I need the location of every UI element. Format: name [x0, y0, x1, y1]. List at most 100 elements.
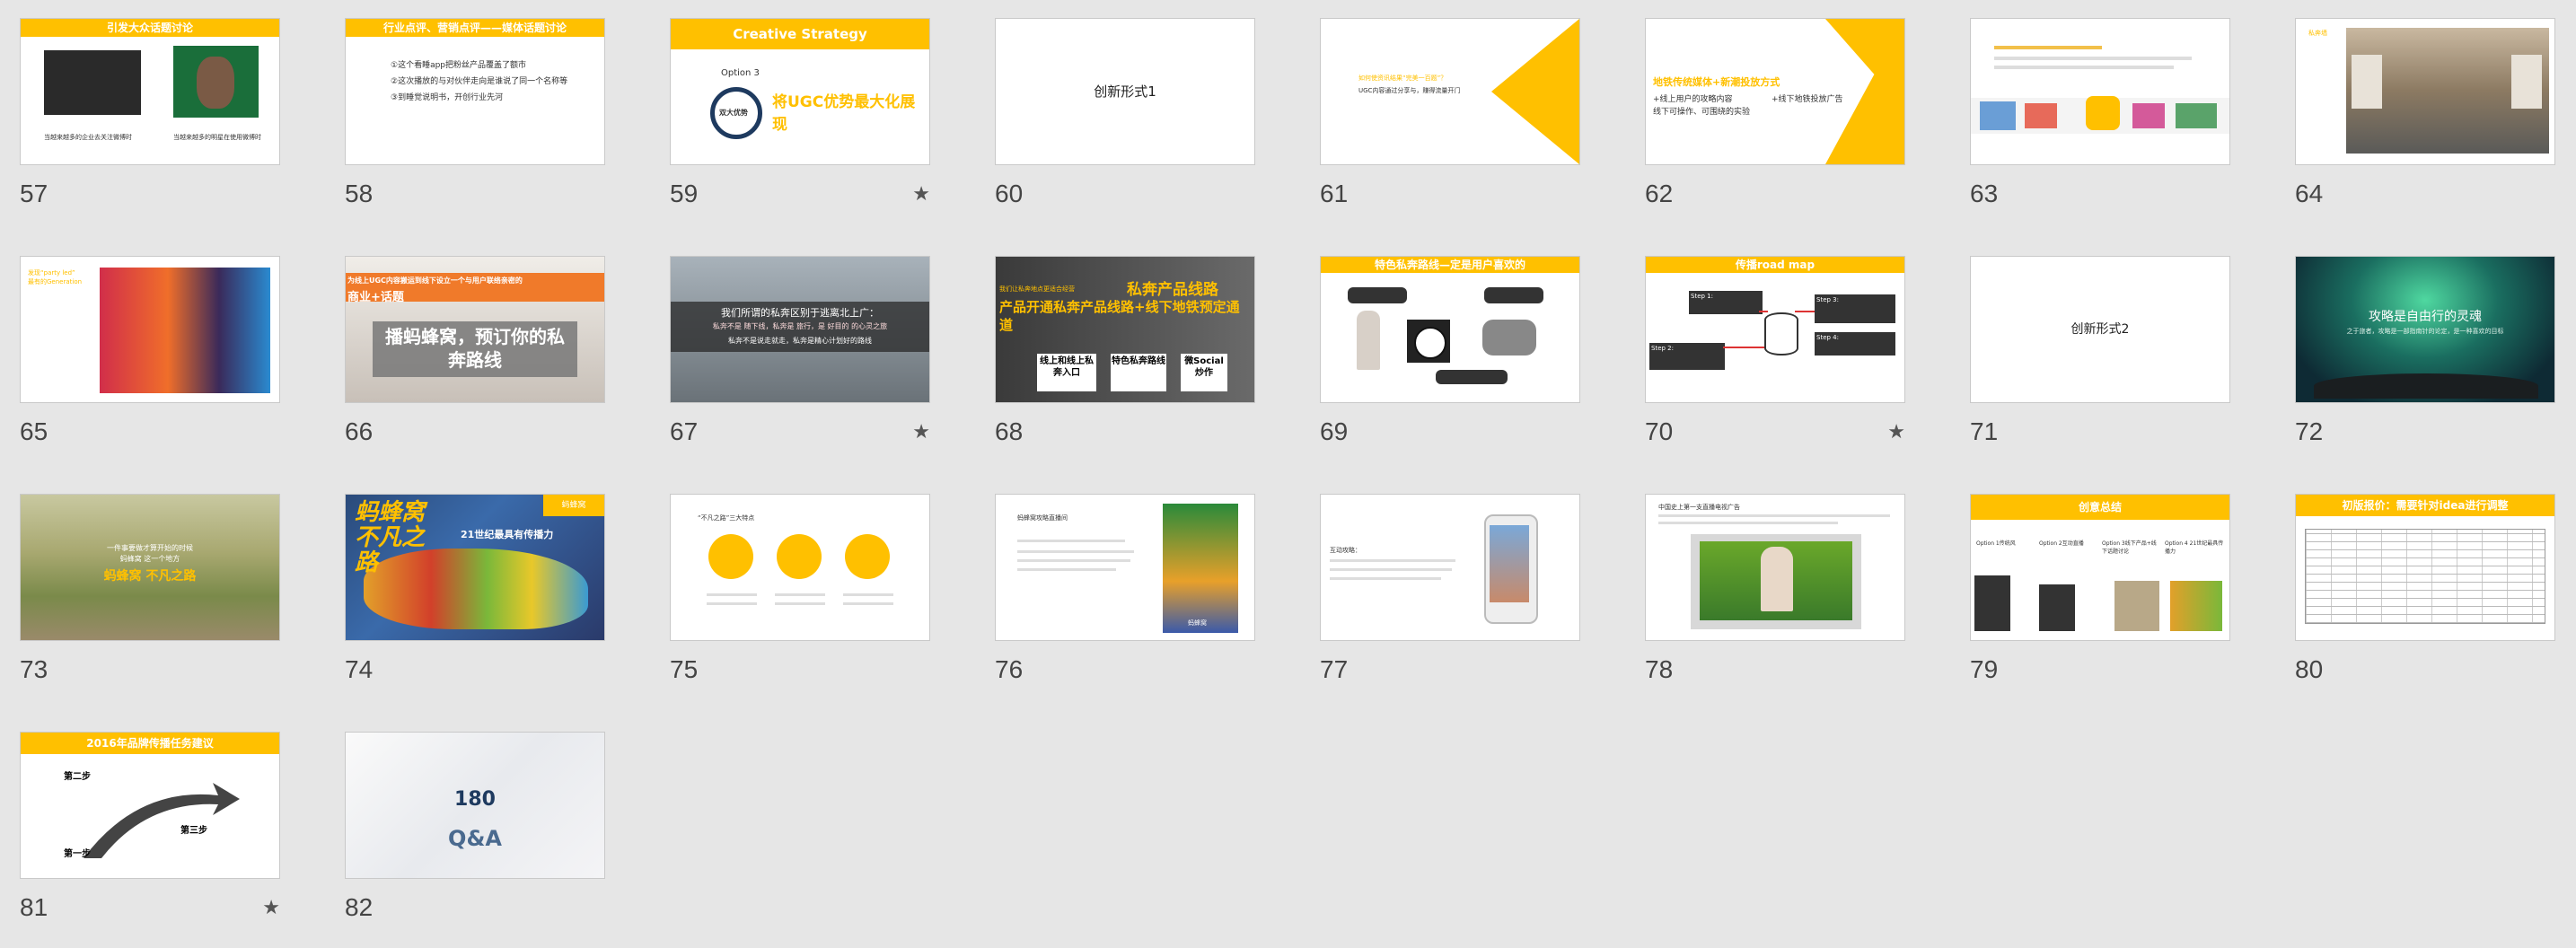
slide-number: 64	[2295, 180, 2324, 207]
slide-60[interactable]: 创新形式1 60	[995, 18, 1255, 233]
slide-thumbnail[interactable]: 蚂蜂窝不凡之路 21世纪最具有传播力 蚂蜂窝	[345, 494, 605, 641]
slide-thumbnail[interactable]: 一件事要做才算开始的时候 蚂蜂窝 这一个地方 蚂蜂窝 不凡之路	[20, 494, 280, 641]
slide-number: 67	[670, 417, 699, 445]
slide-thumbnail[interactable]: 传播road map Step 1: Step 2: Step 3: Step …	[1645, 256, 1905, 403]
slide-number: 57	[20, 180, 48, 207]
speech-bubble	[1436, 370, 1508, 384]
person-figure	[1761, 547, 1793, 611]
slide-text: +线上用户的攻略内容	[1653, 95, 1733, 104]
slide-thumbnail[interactable]: Creative Strategy Option 3 双大优势 将UGC优势最大…	[670, 18, 930, 165]
slide-number: 71	[1970, 417, 1999, 445]
step-label: 第二步	[64, 772, 91, 782]
headline: 将UGC优势最大化展现	[772, 93, 916, 134]
slide-heading: 蚂蜂窝攻略直播间	[1017, 514, 1068, 522]
slide-63[interactable]: 63	[1970, 18, 2230, 233]
step-label: Step 4:	[1816, 334, 1839, 341]
slide-thumbnail[interactable]: 我们让私奔地点更适合经营 私奔产品线路 产品开通私奔产品线路+线下地铁预定通道 …	[995, 256, 1255, 403]
slide-62[interactable]: 地铁传统媒体+新潮投放方式 +线上用户的攻略内容 +线下地铁投放广告 线下可操作…	[1645, 18, 1905, 233]
step-label: Step 2:	[1651, 345, 1674, 352]
slide-title: 私奔产品线路	[1127, 281, 1218, 299]
slide-thumbnail[interactable]: 如何使资讯结果“完美一百题”？ UGC内容通过分享与，赚得流量开门	[1320, 18, 1580, 165]
slide-thumbnail[interactable]: 为线上UGC内容搬运到线下设立一个与用户联络亲密的 商业+话题 播蚂蜂窝，预订你…	[345, 256, 605, 403]
bullet-line: ③到睡觉说明书，开创行业先河	[391, 93, 504, 102]
slide-61[interactable]: 如何使资讯结果“完美一百题”？ UGC内容通过分享与，赚得流量开门 61	[1320, 18, 1580, 233]
slide-thumbnail[interactable]: 我们所谓的私奔区别于逃离北上广： 私奔不是 随下线，私奔是 旅行，是 好目的 的…	[670, 256, 930, 403]
slide-thumbnail[interactable]: 引发大众话题讨论 当越来越多的企业去关注微博时 当越来越多的明星在使用微博时	[20, 18, 280, 165]
banner-title: 商业+话题	[347, 291, 404, 304]
slide-thumbnail[interactable]: 特色私奔路线—定是用户喜欢的	[1320, 256, 1580, 403]
slide-80[interactable]: 初版报价：需要针对idea进行调整 80	[2295, 494, 2555, 709]
slide-number: 82	[345, 893, 374, 921]
caption: 当越来越多的明星在使用微博时	[173, 134, 261, 141]
slide-thumbnail[interactable]: 2016年品牌传播任务建议 第二步 第三步 第一步	[20, 732, 280, 879]
slide-65[interactable]: 发现“party led” 最有的Generation 65	[20, 256, 280, 471]
slide-thumbnail[interactable]: 攻略是自由行的灵魂 之于旅者，攻略是一部指南针的论定，是一种喜欢的目标	[2295, 256, 2555, 403]
slide-title: 行业点评、营销点评——媒体话题讨论	[346, 19, 604, 37]
slide-64[interactable]: 私奔墙 64	[2295, 18, 2555, 233]
slide-77[interactable]: 互动攻略： 77	[1320, 494, 1580, 709]
slide-68[interactable]: 我们让私奔地点更适合经营 私奔产品线路 产品开通私奔产品线路+线下地铁预定通道 …	[995, 256, 1255, 471]
poster-tag: 蚂蜂窝	[1188, 619, 1207, 627]
football-icon	[1414, 327, 1446, 359]
slide-59[interactable]: Creative Strategy Option 3 双大优势 将UGC优势最大…	[670, 18, 930, 233]
slide-text: 一件事要做才算开始的时候	[107, 544, 193, 552]
step-box: Step 3:	[1815, 294, 1895, 323]
slide-thumbnail[interactable]: 创意总结 Option 1传统风 Option 2互动直播 Option 3线下…	[1970, 494, 2230, 641]
slide-70[interactable]: 传播road map Step 1: Step 2: Step 3: Step …	[1645, 256, 1905, 471]
slide-thumbnail[interactable]: 蚂蜂窝攻略直播间 蚂蜂窝	[995, 494, 1255, 641]
slide-text: +线下地铁投放广告	[1772, 95, 1843, 104]
slide-74[interactable]: 蚂蜂窝不凡之路 21世纪最具有传播力 蚂蜂窝 74	[345, 494, 605, 709]
growth-arrow	[84, 783, 240, 858]
slide-79[interactable]: 创意总结 Option 1传统风 Option 2互动直播 Option 3线下…	[1970, 494, 2230, 709]
slide-text: 私奔不是 随下线，私奔是 旅行，是 好目的 的心灵之旅	[712, 322, 888, 330]
slide-78[interactable]: 中国史上第一支直播电视广告 78	[1645, 494, 1905, 709]
slide-title: 引发大众话题讨论	[21, 19, 279, 37]
slide-thumbnail[interactable]: 初版报价：需要针对idea进行调整	[2295, 494, 2555, 641]
slide-57[interactable]: 引发大众话题讨论 当越来越多的企业去关注微博时 当越来越多的明星在使用微博时 5…	[20, 18, 280, 233]
slide-66[interactable]: 为线上UGC内容搬运到线下设立一个与用户联络亲密的 商业+话题 播蚂蜂窝，预订你…	[345, 256, 605, 471]
option-column: Option 2互动直播	[2039, 540, 2084, 547]
poster-image	[1163, 504, 1238, 633]
slide-71[interactable]: 创新形式2 71	[1970, 256, 2230, 471]
feature-circle	[845, 534, 890, 579]
caption: 当越来越多的企业去关注微博时	[44, 134, 132, 141]
slide-58[interactable]: 行业点评、营销点评——媒体话题讨论 ①这个看睡app把粉丝产品覆盖了额市 ②这次…	[345, 18, 605, 233]
slide-thumbnail[interactable]: 创新形式2	[1970, 256, 2230, 403]
slide-number: 76	[995, 655, 1024, 683]
slide-heading: 中国史上第一支直播电视广告	[1658, 504, 1740, 511]
slide-thumbnail[interactable]: 发现“party led” 最有的Generation	[20, 256, 280, 403]
slide-text: 我们让私奔地点更适合经营	[999, 285, 1075, 293]
bullet-line: ①这个看睡app把粉丝产品覆盖了额市	[391, 61, 527, 70]
slide-thumbnail[interactable]: 中国史上第一支直播电视广告	[1645, 494, 1905, 641]
slide-thumbnail[interactable]	[1970, 18, 2230, 165]
star-icon[interactable]: ★	[912, 421, 930, 443]
slide-thumbnail[interactable]: 180 Q&A	[345, 732, 605, 879]
step-box: Step 2:	[1649, 343, 1725, 370]
slide-72[interactable]: 攻略是自由行的灵魂 之于旅者，攻略是一部指南针的论定，是一种喜欢的目标 72	[2295, 256, 2555, 471]
slide-text: 我们所谓的私奔区别于逃离北上广：	[721, 307, 879, 319]
slide-thumbnail[interactable]: 创新形式1	[995, 18, 1255, 165]
slide-number: 60	[995, 180, 1024, 207]
star-icon[interactable]: ★	[912, 183, 930, 206]
slide-81[interactable]: 2016年品牌传播任务建议 第二步 第三步 第一步 81 ★	[20, 732, 280, 947]
slide-82[interactable]: 180 Q&A 82	[345, 732, 605, 947]
banner-text: 为线上UGC内容搬运到线下设立一个与用户联络亲密的	[347, 276, 523, 285]
slide-number: 58	[345, 180, 374, 207]
slide-thumbnail[interactable]: 互动攻略：	[1320, 494, 1580, 641]
slide-thumbnail[interactable]: 行业点评、营销点评——媒体话题讨论 ①这个看睡app把粉丝产品覆盖了额市 ②这次…	[345, 18, 605, 165]
slide-thumbnail[interactable]: 私奔墙	[2295, 18, 2555, 165]
slide-title: 初版报价：需要针对idea进行调整	[2296, 495, 2554, 516]
slide-69[interactable]: 特色私奔路线—定是用户喜欢的 69	[1320, 256, 1580, 471]
slide-thumbnail[interactable]: 地铁传统媒体+新潮投放方式 +线上用户的攻略内容 +线下地铁投放广告 线下可操作…	[1645, 18, 1905, 165]
slide-67[interactable]: 我们所谓的私奔区别于逃离北上广： 私奔不是 随下线，私奔是 旅行，是 好目的 的…	[670, 256, 930, 471]
star-icon[interactable]: ★	[1887, 421, 1905, 443]
thumb-image	[1980, 101, 2016, 130]
slide-73[interactable]: 一件事要做才算开始的时候 蚂蜂窝 这一个地方 蚂蜂窝 不凡之路 73	[20, 494, 280, 709]
slide-thumbnail[interactable]: “不凡之路”三大特点	[670, 494, 930, 641]
star-icon[interactable]: ★	[262, 897, 280, 919]
slide-76[interactable]: 蚂蜂窝攻略直播间 蚂蜂窝 76	[995, 494, 1255, 709]
slide-number: 79	[1970, 655, 1999, 683]
option-box: 特色私奔路线	[1111, 354, 1166, 391]
speech-bubble	[1348, 287, 1407, 303]
slide-75[interactable]: “不凡之路”三大特点 75	[670, 494, 930, 709]
